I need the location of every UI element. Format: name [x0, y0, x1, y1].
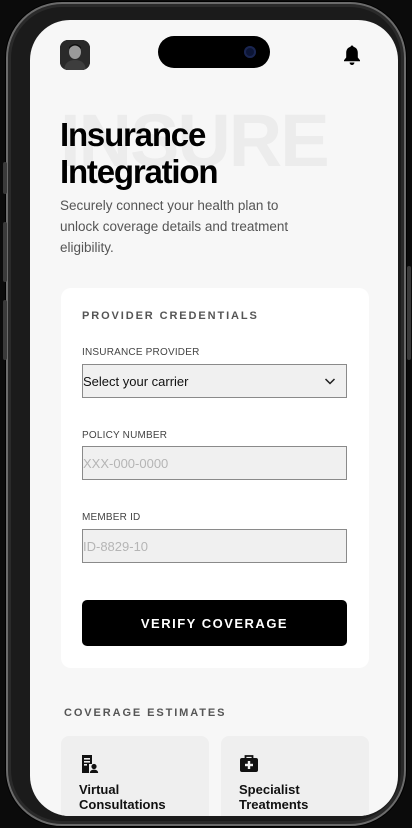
- coverage-card-label: Specialist Treatments: [239, 782, 309, 812]
- member-id-input[interactable]: ID-8829-10: [82, 529, 347, 563]
- dynamic-island: [158, 36, 270, 68]
- title-line-1: Insurance: [60, 116, 206, 153]
- avatar-icon: [60, 40, 90, 70]
- chevron-down-icon: [324, 378, 336, 385]
- power-button: [407, 266, 411, 360]
- title-line-2: Integration: [60, 153, 218, 190]
- volume-down-button: [3, 300, 7, 360]
- member-id-placeholder: ID-8829-10: [83, 538, 149, 554]
- policy-number-placeholder: XXX-000-0000: [83, 455, 169, 471]
- provider-credentials-heading: PROVIDER CREDENTIALS: [82, 310, 259, 322]
- policy-number-input[interactable]: XXX-000-0000: [82, 446, 347, 480]
- coverage-card-specialist[interactable]: Specialist Treatments: [221, 736, 369, 816]
- coverage-card-label: Virtual Consultations: [79, 782, 166, 812]
- member-id-label: MEMBER ID: [82, 512, 141, 523]
- medical-kit-icon: [240, 755, 258, 772]
- verify-coverage-button[interactable]: VERIFY COVERAGE: [82, 600, 347, 646]
- provider-credentials-card: PROVIDER CREDENTIALS INSURANCE PROVIDER …: [61, 288, 369, 668]
- page-title: Insurance Integration: [60, 116, 218, 190]
- insurance-provider-select[interactable]: Select your carrier: [82, 364, 347, 398]
- coverage-estimates-heading: COVERAGE ESTIMATES: [64, 707, 227, 719]
- insurance-provider-label: INSURANCE PROVIDER: [82, 347, 200, 358]
- volume-up-button: [3, 222, 7, 282]
- bell-icon[interactable]: [342, 44, 362, 66]
- mute-switch: [3, 162, 7, 194]
- phone-frame: INSURE Insurance Integration Securely co…: [3, 2, 411, 826]
- app-screen: INSURE Insurance Integration Securely co…: [30, 20, 398, 816]
- medical-record-icon: [82, 755, 99, 773]
- coverage-card-virtual[interactable]: Virtual Consultations: [61, 736, 209, 816]
- insurance-provider-value: Select your carrier: [83, 373, 189, 389]
- policy-number-label: POLICY NUMBER: [82, 430, 168, 441]
- page-subtitle: Securely connect your health plan to unl…: [60, 198, 289, 255]
- camera-icon: [244, 46, 256, 58]
- user-avatar[interactable]: [60, 40, 90, 70]
